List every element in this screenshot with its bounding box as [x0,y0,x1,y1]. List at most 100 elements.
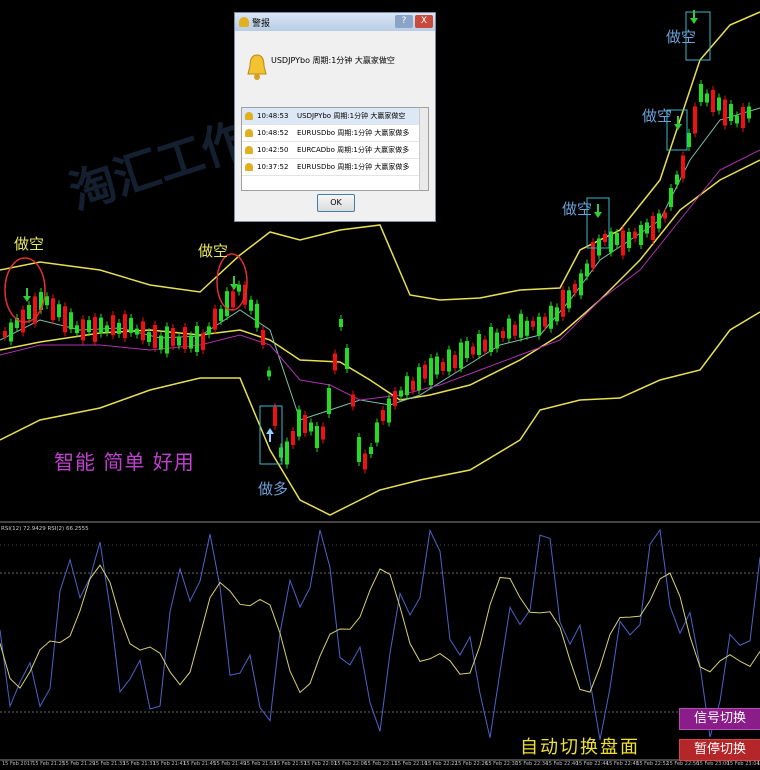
bell-icon [247,54,267,80]
short-label-3: 做空 [562,200,593,218]
candle-body [393,391,397,406]
candle-body [105,325,109,333]
candle-body [3,331,7,337]
candle-body [81,319,85,341]
candle-body [729,104,733,121]
candle-body [603,234,607,242]
close-button[interactable]: X [415,15,433,28]
alert-dialog[interactable]: 警报 ? X USDJPYbo 周期:1分钟 大赢家做空 10:48:53 US… [234,12,436,222]
candle-body [615,233,619,245]
bell-icon [245,112,253,120]
candle-body [663,212,667,219]
candle-body [231,291,235,308]
candle-body [123,314,127,339]
long-label-1: 做多 [258,480,289,498]
signal-switch-button[interactable]: 信号切换 [679,708,760,730]
time-tick-label: 15 Feb 21:33 [92,761,126,767]
time-tick-label: 15 Feb 23:04 [726,761,760,767]
alert-history-list[interactable]: 10:48:53 USDJPYbo 周期:1分钟 大赢家做空 10:48:52 … [241,107,429,191]
candle-body [285,441,289,465]
time-tick-label: 15 Feb 22:48 [606,761,639,767]
time-tick-label: 15 Feb 2017 [2,761,34,767]
arrow-down-icon [23,288,31,302]
candle-body [387,398,391,423]
list-item[interactable]: 10:48:53 USDJPYbo 周期:1分钟 大赢家做空 [242,108,428,125]
candle-body [141,321,145,341]
candle-body [51,298,55,321]
pause-switch-button[interactable]: 暂停切换 [679,739,760,761]
candle-body [453,355,457,368]
short-label-4: 做空 [642,107,673,125]
candle-body [585,263,589,277]
scrollbar[interactable] [419,108,428,190]
rsi-fast-line [0,528,760,740]
candle-body [423,364,427,379]
candle-body [63,306,67,333]
candle-body [27,305,31,319]
candle-body [159,335,163,350]
candle-body [477,334,481,355]
candle-body [483,339,487,352]
time-tick-label: 15 Feb 23:00 [696,761,730,767]
candle-body [705,93,709,103]
bell-icon [245,129,253,137]
list-item[interactable]: 10:48:52 EURUSDbo 周期:1分钟 大赢家做多 [242,125,428,142]
candle-body [249,299,253,311]
time-tick-label: 15 Feb 22:11 [364,761,398,767]
auto-switch-text: 自动切换盘面 [520,737,640,758]
candle-body [357,437,361,462]
rsi-slow-line [0,564,760,694]
time-tick-label: 15 Feb 21:45 [183,761,216,767]
time-tick-label: 15 Feb 21:37 [122,761,156,767]
lower-band [0,311,760,516]
candle-body [45,296,49,306]
candle-body [165,326,169,354]
candle-body [147,332,151,343]
candle-body [669,188,673,207]
candle-body [537,316,541,336]
candle-body [597,238,601,256]
candle-body [747,106,751,119]
help-button[interactable]: ? [395,15,413,28]
candle-body [237,284,241,292]
candle-body [327,388,331,414]
candle-body [645,222,649,234]
time-tick-label: 15 Feb 22:44 [575,761,609,767]
candle-body [369,447,373,454]
candle-body [531,320,535,327]
candle-body [543,316,547,327]
candle-body [195,326,199,352]
rsi-lines [0,528,760,740]
candle-body [717,97,721,111]
candle-body [561,289,565,317]
candle-body [507,318,511,339]
list-item[interactable]: 10:37:52 EURUSDbo 周期:1分钟 大赢家做多 [242,159,428,176]
candle-body [363,453,367,470]
candle-body [471,346,475,355]
time-tick-label: 15 Feb 22:40 [545,761,579,767]
bell-icon [245,146,253,154]
candle-body [309,422,313,432]
candle-body [549,305,553,329]
ok-button[interactable]: OK [317,194,355,212]
candle-body [417,367,421,391]
candle-body [345,348,349,369]
time-tick-label: 15 Feb 22:16 [394,761,428,767]
list-item[interactable]: 10:42:50 EURCADbo 周期:1分钟 大赢家做多 [242,142,428,159]
time-tick-label: 15 Feb 22:06 [334,761,367,767]
candle-body [177,336,181,346]
candle-body [189,335,193,349]
candle-body [87,320,91,333]
candle-body [459,342,463,369]
short-label-1: 做空 [14,235,45,253]
time-tick-label: 15 Feb 22:22 [424,761,458,767]
candle-body [633,231,637,239]
time-tick-label: 15 Feb 21:53 [243,761,277,767]
candle-body [303,415,307,433]
candle-body [375,422,379,443]
candle-body [261,330,265,345]
candle-body [381,410,385,421]
bell-icon [239,17,249,27]
candle-body [399,390,403,397]
candle-body [117,322,121,334]
